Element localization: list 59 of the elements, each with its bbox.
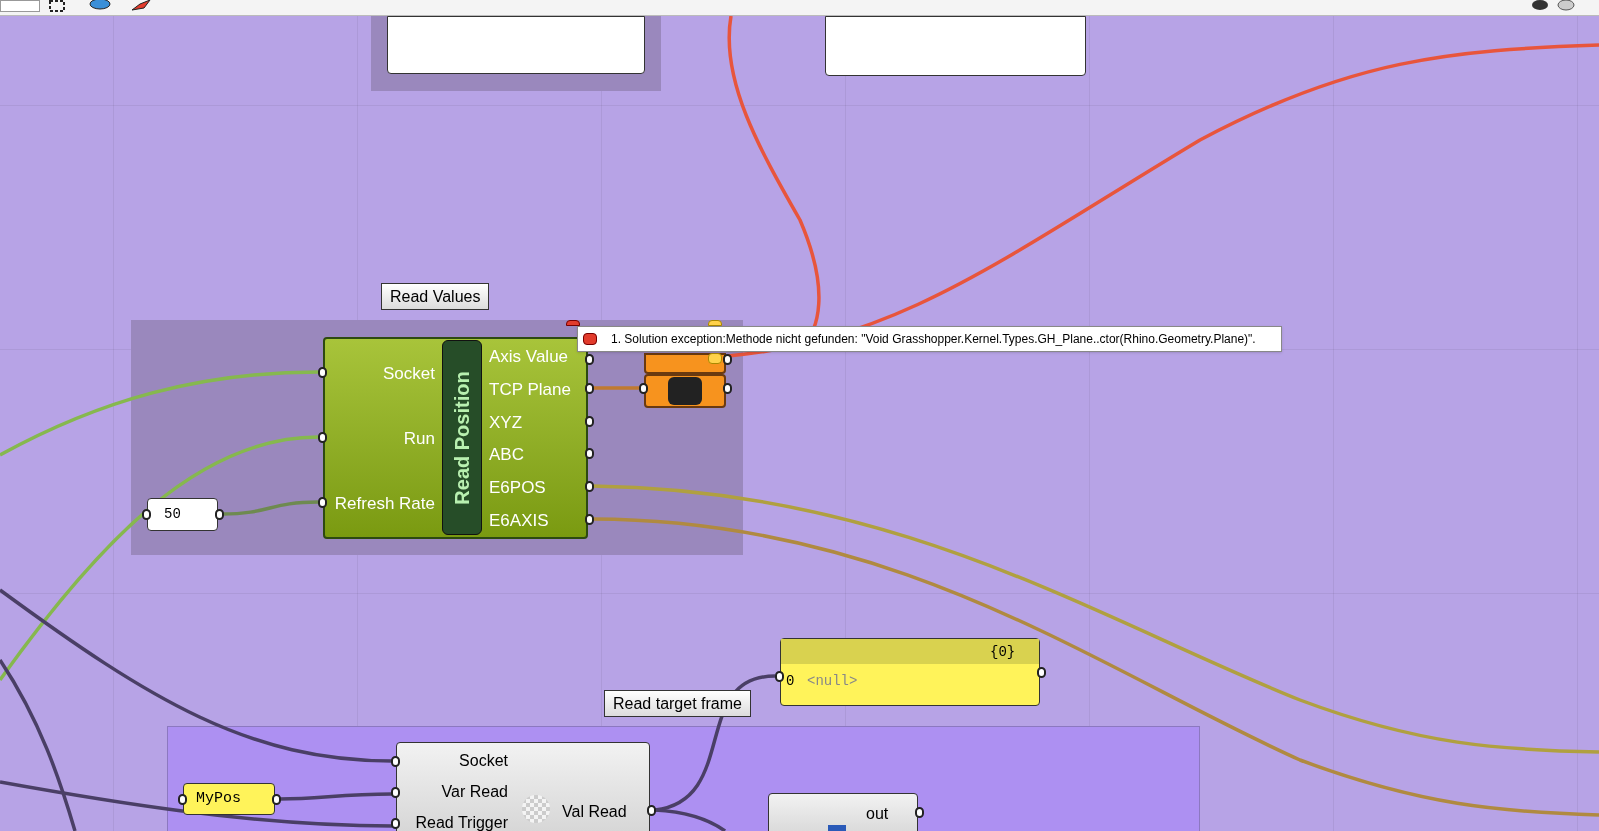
error-icon bbox=[566, 320, 580, 326]
input-label: Socket bbox=[458, 753, 508, 769]
grip-handle[interactable] bbox=[318, 497, 327, 508]
grip-handle[interactable] bbox=[1037, 667, 1046, 678]
component-card[interactable] bbox=[825, 16, 1086, 76]
grip-handle[interactable] bbox=[585, 415, 594, 427]
error-icon bbox=[583, 333, 597, 345]
output-label: ABC bbox=[489, 444, 524, 467]
output-label: E6AXIS bbox=[489, 510, 549, 532]
plane-icon bbox=[668, 377, 702, 405]
grip-handle[interactable] bbox=[585, 514, 594, 525]
input-label: Var Read bbox=[440, 784, 508, 800]
grip-handle[interactable] bbox=[142, 509, 151, 520]
grip-handle[interactable] bbox=[585, 382, 594, 394]
text-panel[interactable]: MyPos bbox=[183, 783, 275, 815]
output-label: E6POS bbox=[489, 477, 546, 500]
output-label: TCP Plane bbox=[489, 378, 571, 401]
grip-handle[interactable] bbox=[723, 383, 732, 394]
grip-handle[interactable] bbox=[915, 807, 924, 818]
input-label: Refresh Rate bbox=[333, 493, 435, 515]
output-label: out bbox=[866, 804, 889, 824]
grip-handle[interactable] bbox=[585, 481, 594, 493]
grip-handle[interactable] bbox=[178, 794, 187, 805]
group-label: Read Values bbox=[381, 283, 490, 310]
component-body[interactable] bbox=[396, 742, 650, 831]
output-label: Axis Value bbox=[489, 346, 569, 368]
grip-handle[interactable] bbox=[639, 383, 648, 394]
selection-icon[interactable] bbox=[48, 0, 68, 12]
component-card[interactable] bbox=[387, 16, 645, 74]
grip-handle[interactable] bbox=[391, 818, 400, 829]
component-body[interactable] bbox=[768, 793, 918, 831]
output-label: XYZ bbox=[489, 411, 523, 434]
grip-handle[interactable] bbox=[318, 367, 327, 378]
row-index: 0 bbox=[786, 672, 795, 691]
output-label: Val Read bbox=[562, 802, 627, 822]
grip-handle[interactable] bbox=[272, 794, 281, 805]
grip-handle[interactable] bbox=[585, 448, 594, 460]
group-label: Read target frame bbox=[604, 690, 751, 717]
grip-handle[interactable] bbox=[775, 671, 784, 682]
component-body[interactable] bbox=[644, 353, 726, 374]
input-label: Socket bbox=[382, 363, 435, 385]
warning-icon bbox=[708, 353, 722, 364]
brush-icon[interactable] bbox=[130, 0, 152, 12]
grip-handle[interactable] bbox=[391, 756, 400, 767]
grip-handle[interactable] bbox=[318, 432, 327, 443]
dropdown-field[interactable] bbox=[0, 0, 40, 12]
eye-icon[interactable] bbox=[88, 0, 112, 10]
grip-handle[interactable] bbox=[585, 354, 594, 365]
path-label: {0} bbox=[990, 643, 1016, 662]
component-title: Read Position bbox=[442, 340, 482, 535]
grip-handle[interactable] bbox=[723, 354, 732, 365]
grip-handle[interactable] bbox=[391, 787, 400, 798]
grip-handle[interactable] bbox=[647, 805, 656, 816]
error-message: 1. Solution exception:Methode nicht gefunden: "Void Grasshopper.Kernel.Types.GH_Plane..ctor(Rhino.Geometry.Plane)". bbox=[611, 331, 1256, 348]
row-value: <null> bbox=[807, 672, 858, 691]
input-label: Read Trigger bbox=[414, 815, 508, 831]
grip-handle[interactable] bbox=[215, 509, 224, 520]
number-panel[interactable]: 50 bbox=[147, 498, 218, 531]
input-label: Run bbox=[402, 428, 435, 450]
